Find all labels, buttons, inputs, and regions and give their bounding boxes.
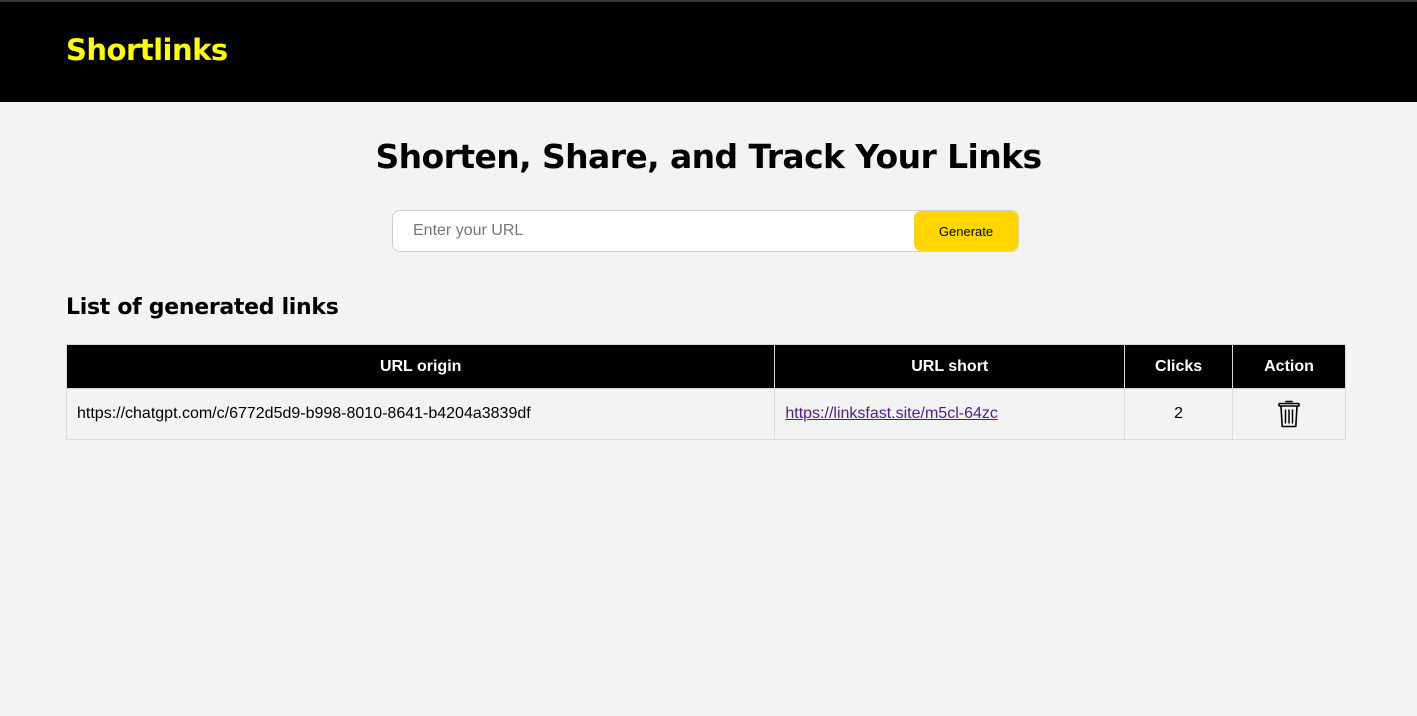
- site-header: Shortlinks: [0, 2, 1417, 102]
- shorten-form: Generate: [392, 210, 1019, 252]
- brand-logo[interactable]: Shortlinks: [66, 36, 228, 65]
- url-origin-cell: https://chatgpt.com/c/6772d5d9-b998-8010…: [65, 388, 776, 440]
- links-list-title: List of generated links: [66, 295, 339, 320]
- page-title: Shorten, Share, and Track Your Links: [375, 137, 1042, 176]
- clicks-cell: 2: [1124, 388, 1234, 440]
- table-row: https://chatgpt.com/c/6772d5d9-b998-8010…: [65, 388, 1346, 440]
- generate-button[interactable]: Generate: [914, 211, 1018, 251]
- url-input[interactable]: [393, 211, 914, 251]
- column-header-action: Action: [1232, 344, 1346, 389]
- column-header-clicks: Clicks: [1124, 344, 1234, 389]
- trash-icon[interactable]: [1278, 400, 1300, 428]
- action-cell: [1232, 388, 1346, 440]
- table-header-row: URL origin URL short Clicks Action: [65, 344, 1346, 389]
- url-short-cell: https://linksfast.site/m5cl-64zc: [774, 388, 1126, 440]
- column-header-url-short: URL short: [774, 344, 1126, 389]
- short-link[interactable]: https://linksfast.site/m5cl-64zc: [785, 405, 998, 422]
- column-header-url-origin: URL origin: [65, 344, 776, 389]
- links-table: URL origin URL short Clicks Action https…: [65, 344, 1346, 440]
